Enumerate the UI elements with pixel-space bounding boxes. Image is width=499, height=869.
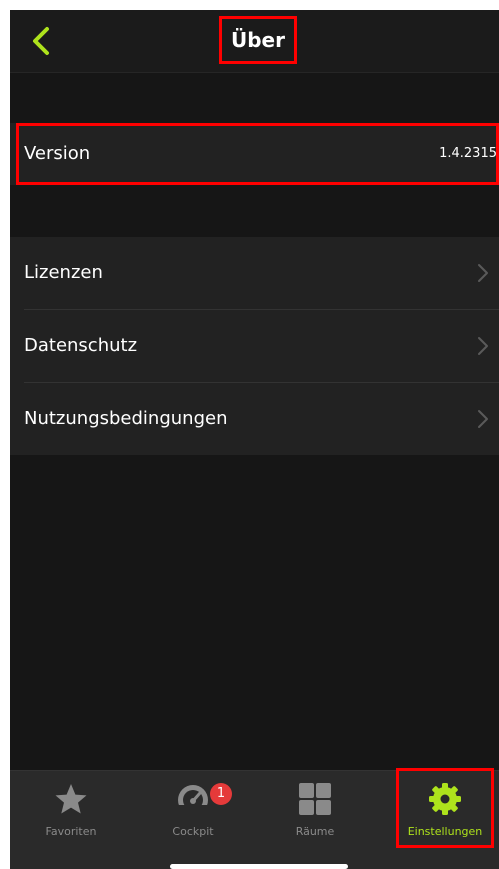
title-highlight: Über	[219, 16, 297, 64]
list-item-nutzungsbedingungen[interactable]: Nutzungsbedingungen	[10, 383, 499, 455]
back-button[interactable]	[26, 24, 60, 58]
chevron-left-icon	[33, 27, 49, 55]
tab-bar: Favoriten Cockpit 1 Räume Einstellungen	[10, 768, 499, 869]
star-icon	[55, 784, 87, 814]
screen: Über Version 1.4.2315 Lizenzen Datenschu…	[0, 0, 499, 869]
navigation-bar: Über	[10, 10, 499, 73]
version-row: Version 1.4.2315	[10, 123, 499, 185]
list-item-lizenzen[interactable]: Lizenzen	[10, 237, 499, 309]
tab-label: Cockpit	[172, 825, 214, 838]
list-item-label: Lizenzen	[24, 262, 103, 283]
chevron-right-icon	[478, 337, 488, 355]
notification-badge: 1	[210, 783, 232, 805]
tab-label: Einstellungen	[407, 825, 483, 838]
tab-raeume[interactable]: Räume	[254, 771, 376, 851]
home-indicator	[170, 864, 348, 869]
links-list: Lizenzen Datenschutz Nutzungsbedingungen	[10, 237, 499, 455]
tab-einstellungen[interactable]: Einstellungen	[384, 771, 499, 851]
list-item-datenschutz[interactable]: Datenschutz	[10, 310, 499, 382]
speedometer-icon	[178, 785, 208, 817]
grid-icon	[299, 783, 331, 815]
tab-label: Favoriten	[45, 825, 97, 838]
list-item-label: Nutzungsbedingungen	[24, 408, 228, 429]
list-item-label: Datenschutz	[24, 335, 138, 356]
version-highlight	[16, 123, 499, 185]
tab-cockpit[interactable]: Cockpit	[132, 771, 254, 851]
chevron-right-icon	[478, 264, 488, 282]
app-screen: Über Version 1.4.2315 Lizenzen Datenschu…	[10, 10, 499, 869]
chevron-right-icon	[478, 410, 488, 428]
tab-favoriten[interactable]: Favoriten	[10, 771, 132, 851]
tab-label: Räume	[295, 825, 335, 838]
page-title: Über	[231, 28, 285, 52]
gear-icon	[429, 783, 461, 815]
